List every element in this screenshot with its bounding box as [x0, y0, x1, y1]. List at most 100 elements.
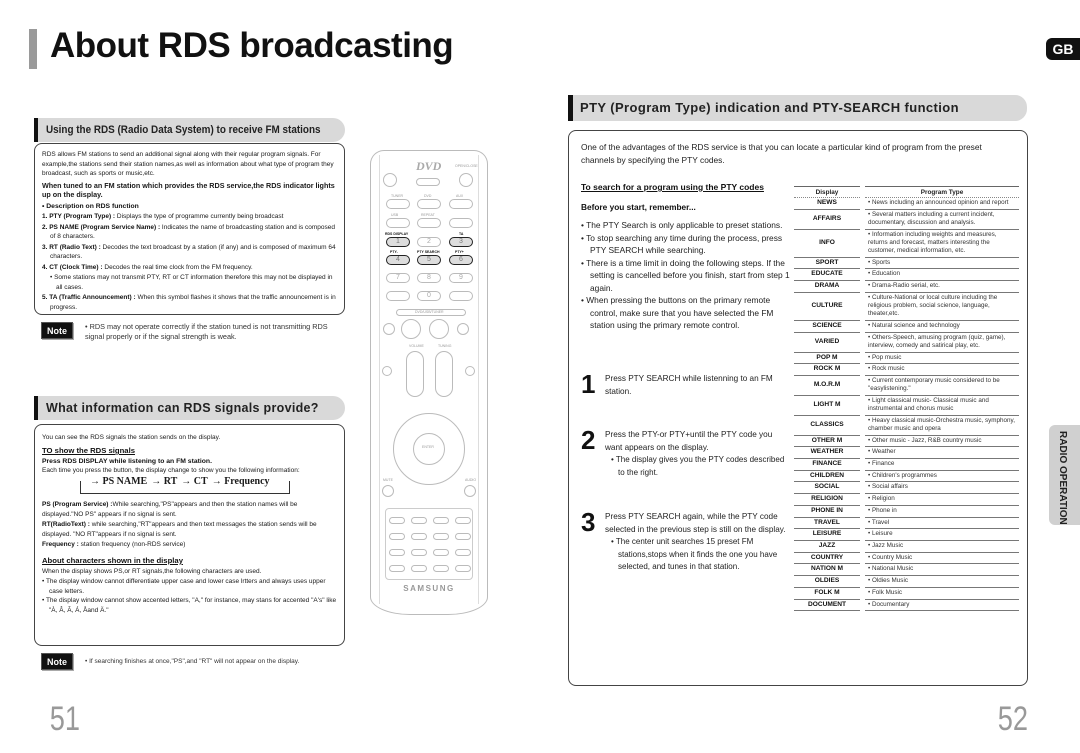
- mute-button: [382, 485, 394, 497]
- characters-intro: When the display shows PS,or RT signals,…: [42, 568, 262, 575]
- heading-accent-bar: [34, 396, 38, 420]
- audio-button: [464, 485, 476, 497]
- flow-step: PS NAME: [102, 476, 148, 487]
- pty-code-cell: POP M: [794, 352, 860, 365]
- table-row: NATION M • National Music: [794, 563, 1019, 577]
- section-side-tab: RADIO OPERATION: [1049, 425, 1080, 525]
- pty-code-cell: OLDIES: [794, 575, 860, 588]
- characters-bullet: • The display window cannot differentiat…: [42, 578, 326, 595]
- program-type-cell: • Children's programmes: [865, 470, 1019, 483]
- pty-code-cell: WEATHER: [794, 446, 860, 460]
- pty-bullet: • There is a time limit in doing the fol…: [581, 257, 790, 293]
- column-header-display: Display: [794, 186, 860, 198]
- remote-label: ENTER: [422, 445, 434, 449]
- remote-button: [449, 199, 473, 209]
- table-row: DOCUMENT • Documentary: [794, 599, 1019, 612]
- pty-code-cell: NATION M: [794, 563, 860, 577]
- rds-lead: When tuned to an FM station which provid…: [42, 180, 335, 200]
- column-header-program-type: Program Type: [865, 186, 1019, 198]
- pty-code-cell: VARIED: [794, 332, 860, 353]
- table-row: POP M • Pop music: [794, 352, 1019, 365]
- title-accent-bar: [29, 29, 37, 69]
- program-type-cell: • Phone in: [865, 505, 1019, 518]
- program-type-cell: • Information including weights and meas…: [865, 229, 1019, 258]
- rds-function-term: 4. CT (Clock Time) :: [42, 263, 103, 271]
- rds-function-item: 2. PS NAME (Program Service Name) : Indi…: [42, 223, 337, 242]
- page-number-left: 51: [49, 700, 81, 738]
- button-number: 7: [396, 274, 400, 281]
- rds-description-box: RDS allows FM stations to send an additi…: [34, 143, 345, 315]
- pty-code-cell: LIGHT M: [794, 395, 860, 416]
- table-row: CULTURE • Culture-National or local cultu…: [794, 292, 1019, 321]
- remote-button: [433, 533, 449, 540]
- section-heading-rds-fm: Using the RDS (Radio Data System) to rec…: [34, 118, 345, 142]
- rds-function-item: 1. PTY (Program Type) : Displays the typ…: [42, 212, 337, 222]
- remote-button: [389, 517, 405, 524]
- note-badge: Note: [41, 322, 73, 339]
- rds-function-list: 1. PTY (Program Type) : Displays the typ…: [42, 212, 337, 312]
- button-number: 4: [396, 256, 400, 263]
- pty-code-cell: INFO: [794, 229, 860, 258]
- remote-label: AUX: [456, 194, 464, 198]
- volume-rocker: [406, 351, 424, 397]
- button-number: 9: [459, 274, 463, 281]
- table-row: FOLK M • Folk Music: [794, 587, 1019, 600]
- program-type-cell: • Folk Music: [865, 587, 1019, 600]
- pty-code-cell: FINANCE: [794, 458, 860, 471]
- stop-button: [401, 319, 421, 339]
- arrow-right-icon: →: [90, 476, 103, 487]
- remote-label: DVD: [424, 194, 432, 198]
- step-text: Press the PTY-or PTY+until the PTY code …: [605, 430, 773, 452]
- pty-bullet-list: • The PTY Search is only applicable to p…: [581, 219, 793, 332]
- remote-button: [386, 199, 410, 209]
- pty-code-cell: SPORT: [794, 257, 860, 270]
- pty-code-cell: CLASSICS: [794, 415, 860, 436]
- pty-box: One of the advantages of the RDS service…: [568, 130, 1028, 686]
- pty-code-cell: NEWS: [794, 197, 860, 210]
- remote-button: [433, 517, 449, 524]
- remote-button: [411, 549, 427, 556]
- pty-code-cell: OTHER M: [794, 435, 860, 448]
- program-type-cell: • Light classical music- Classical music…: [865, 395, 1019, 416]
- remote-button: [433, 549, 449, 556]
- program-type-cell: • Sports: [865, 257, 1019, 270]
- table-row: FINANCE • Finance: [794, 458, 1019, 471]
- pty-minus-label: PTY-: [390, 250, 398, 254]
- table-row: PHONE IN • Phone in: [794, 505, 1019, 518]
- table-row: NEWS • News including an announced opinio…: [794, 197, 1019, 210]
- dvd-logo: DVD: [416, 159, 442, 173]
- remote-button: [411, 517, 427, 524]
- power-button: [383, 173, 397, 187]
- program-type-cell: • Natural science and technology: [865, 320, 1019, 333]
- program-type-cell: • Several matters including a current in…: [865, 209, 1019, 230]
- button-number: 2: [427, 238, 431, 245]
- skip-back-button: [383, 323, 395, 335]
- definition-term: Frequency :: [42, 541, 79, 548]
- pty-plus-label: PTY+: [455, 250, 464, 254]
- program-type-cell: • Current contemporary music considered …: [865, 375, 1019, 396]
- program-type-cell: • Travel: [865, 517, 1019, 530]
- pty-code-cell: LEISURE: [794, 528, 860, 541]
- table-row: VARIED • Others-Speech, amusing program (…: [794, 332, 1019, 353]
- note-text: • RDS may not operate correctly if the s…: [85, 322, 328, 341]
- arrow-right-icon: →: [151, 476, 164, 487]
- remote-label: AUDIO: [465, 478, 477, 482]
- program-type-cell: • Country Music: [865, 552, 1019, 565]
- pty-code-table: Display Program Type NEWS • News includin…: [794, 186, 1019, 612]
- rds-function-item: • Some stations may not transmit PTY, RT…: [42, 273, 337, 292]
- program-type-cell: • Leisure: [865, 528, 1019, 541]
- step-3: 3 Press PTY SEARCH again, while the PTY …: [581, 509, 791, 574]
- remote-button: [455, 549, 471, 556]
- pty-bullet: • To stop searching any time during the …: [581, 232, 783, 256]
- step-2: 2 Press the PTY-or PTY+until the PTY cod…: [581, 427, 791, 479]
- step-number: 1: [581, 369, 596, 399]
- table-row: M.O.R.M • Current contemporary music cons…: [794, 375, 1019, 396]
- step-1: 1 Press PTY SEARCH while listenning to a…: [581, 369, 791, 399]
- definition-term: RT(RadioText) :: [42, 521, 90, 528]
- page-number-right: 52: [997, 700, 1029, 738]
- pty-code-cell: COUNTRY: [794, 552, 860, 565]
- pty-code-cell: PHONE IN: [794, 505, 860, 518]
- arrow-right-icon: →: [211, 476, 225, 487]
- flow-sequence: → PS NAME → RT → CT → Frequency: [90, 476, 274, 487]
- pty-code-cell: RELIGION: [794, 493, 860, 506]
